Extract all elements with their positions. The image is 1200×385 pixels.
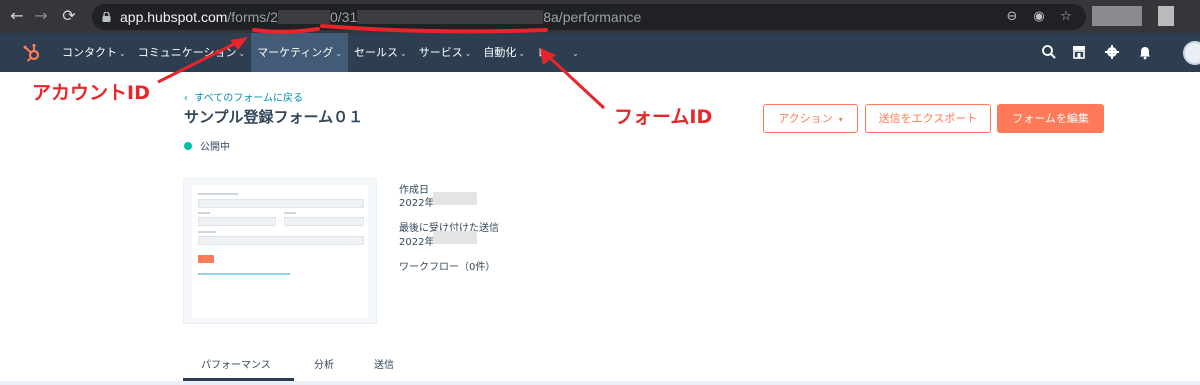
created-value: 2022年	[399, 198, 435, 209]
preview-field	[198, 236, 364, 245]
form-preview-thumbnail[interactable]	[183, 178, 377, 324]
last-submission-value: 2022年	[399, 237, 435, 248]
chevron-down-icon: ⌄	[119, 49, 126, 58]
url-text: app.hubspot.com/forms/2 0/31 8a/performanc…	[120, 9, 641, 25]
redacted-block	[277, 10, 330, 24]
tracking-off-icon[interactable]: ◉	[1029, 7, 1049, 27]
search-icon[interactable]	[1041, 44, 1057, 60]
export-submissions-button[interactable]: 送信をエクスポート	[865, 104, 991, 133]
preview-footer-line	[198, 273, 290, 275]
menu-item-conversations[interactable]: コミュニケーション ⌄	[132, 33, 251, 72]
redacted-block	[357, 10, 544, 24]
actions-button[interactable]: アクション ▾	[763, 104, 858, 133]
chevron-down-icon: ⌄	[464, 49, 472, 58]
preview-submit-button	[198, 255, 214, 263]
menu-item-contacts[interactable]: コンタクト ⌄	[56, 33, 132, 72]
chevron-down-icon: ⌄	[335, 49, 343, 58]
menu-item-label: セールス	[354, 46, 399, 59]
main-menu: コンタクト ⌄ コミュニケーション ⌄ マーケティング ⌄ セールス ⌄ サービス ⌄ 自…	[56, 33, 585, 72]
preview-label-line	[284, 212, 296, 214]
menu-item-label: マーケティング	[257, 46, 334, 59]
tab-performance[interactable]: パフォーマンス	[201, 356, 271, 371]
page-title: サンプル登録フォーム０１	[184, 108, 364, 126]
zoom-icon[interactable]: ⊖	[1002, 7, 1022, 27]
menu-item-service[interactable]: サービス ⌄	[413, 33, 478, 72]
bell-icon[interactable]	[1137, 44, 1153, 60]
reload-icon[interactable]: ⟳	[58, 5, 80, 27]
chevron-down-icon: ⌄	[238, 49, 246, 58]
url-host: app.hubspot.com	[120, 9, 228, 25]
workflow-link[interactable]: ワークフロー（0件）	[399, 258, 495, 273]
redacted-block	[1092, 6, 1142, 26]
menu-item-label: レ	[537, 46, 549, 59]
address-bar[interactable]: app.hubspot.com/forms/2 0/31 8a/performanc…	[92, 4, 1086, 30]
menu-item-label: コミュニケーション	[137, 46, 237, 59]
redacted-block	[433, 231, 477, 244]
form-preview-card	[192, 185, 368, 318]
menu-item-label: 自動化	[483, 46, 517, 59]
actions-button-label: アクション	[778, 112, 833, 125]
menu-item-automation[interactable]: 自動化 ⌄	[477, 33, 531, 72]
url-path-part-3: 8a/performance	[543, 9, 642, 25]
menu-item-marketing[interactable]: マーケティング ⌄	[251, 33, 349, 72]
menu-item-sales[interactable]: セールス ⌄	[348, 33, 413, 72]
hubspot-logo-icon[interactable]	[22, 43, 42, 63]
caret-down-icon: ▾	[836, 115, 843, 124]
menu-item-label: コンタクト	[62, 46, 117, 59]
preview-field	[198, 217, 276, 226]
avatar[interactable]	[1183, 41, 1200, 65]
redacted-block	[1158, 6, 1174, 26]
edit-form-button[interactable]: フォームを編集	[997, 104, 1104, 133]
tab-submissions[interactable]: 送信	[374, 356, 394, 371]
star-icon[interactable]: ☆	[1056, 7, 1076, 27]
marketplace-icon[interactable]	[1071, 44, 1087, 60]
preview-label-line	[198, 193, 238, 195]
redacted-block	[433, 192, 477, 205]
back-link[interactable]: ‹ すべてのフォームに戻る	[184, 89, 303, 104]
chevron-down-icon: ⌄	[518, 49, 526, 58]
browser-toolbar: ← → ⟳ app.hubspot.com/forms/2 0/31 8a/perf…	[0, 0, 1200, 33]
back-link-label: すべてのフォームに戻る	[194, 93, 303, 104]
forward-arrow-icon[interactable]: →	[30, 5, 52, 27]
preview-field	[284, 217, 364, 226]
back-arrow-icon[interactable]: ←	[6, 5, 28, 27]
screenshot-root: ← → ⟳ app.hubspot.com/forms/2 0/31 8a/perf…	[0, 0, 1200, 385]
chevron-down-icon: ⌄	[400, 49, 407, 58]
tab-analysis[interactable]: 分析	[314, 356, 334, 371]
preview-label-line	[198, 231, 216, 233]
status-label: 公開中	[200, 142, 230, 153]
url-path-part-1: /forms/2	[227, 9, 278, 25]
preview-label-line	[198, 212, 210, 214]
status-badge: 公開中	[184, 138, 230, 153]
lock-icon	[102, 12, 111, 22]
gear-icon[interactable]	[1104, 44, 1120, 60]
hubspot-nav: コンタクト ⌄ コミュニケーション ⌄ マーケティング ⌄ セールス ⌄ サービス ⌄ 自…	[0, 33, 1200, 72]
chevron-down-icon: ⌄	[572, 49, 579, 58]
menu-item-label: サービス	[418, 46, 463, 59]
url-path-part-2: 0/31	[329, 9, 358, 25]
status-dot-icon	[184, 141, 192, 150]
divider	[0, 381, 1200, 385]
form-id-annotation: フォームID	[614, 106, 713, 128]
preview-field	[198, 199, 364, 208]
menu-item-reports[interactable]: レ ⌄	[531, 33, 585, 72]
account-id-annotation: アカウントID	[32, 82, 150, 104]
